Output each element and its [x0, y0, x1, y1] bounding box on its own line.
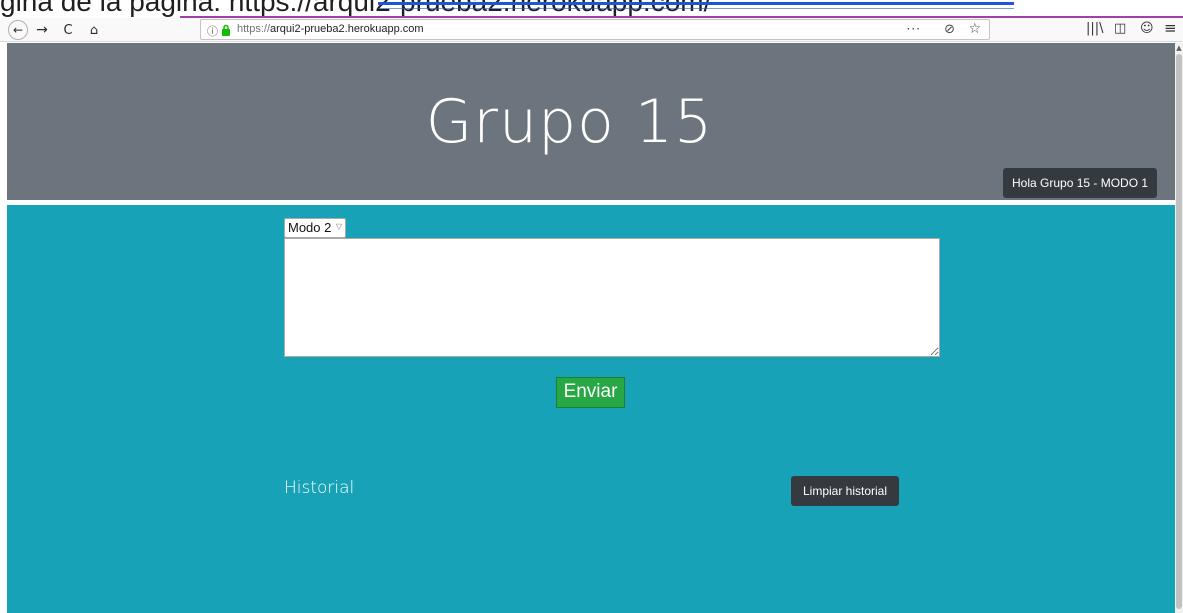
page-header: Grupo 15 Hola Grupo 15 - MODO 1: [7, 43, 1175, 200]
arrow-right-icon: →: [36, 22, 48, 38]
account-icon[interactable]: ☺: [1140, 21, 1154, 36]
main-section: Modo 2 ▽ Enviar Historial Limpiar histor…: [7, 205, 1175, 613]
reload-icon: C: [63, 22, 73, 38]
mode-select[interactable]: Modo 2 ▽: [284, 218, 346, 238]
url-text[interactable]: https://arqui2-prueba2.herokuapp.com: [237, 23, 424, 35]
sidebar-icon[interactable]: ◫: [1114, 21, 1126, 36]
document-link-underline: [378, 2, 1014, 5]
scrollbar-thumb[interactable]: [1176, 54, 1182, 609]
url-host: arqui2-prueba2.herokuapp.com: [270, 23, 424, 35]
url-bar[interactable]: ⓘ https://arqui2-prueba2.herokuapp.com ·…: [200, 19, 990, 40]
scroll-up-icon[interactable]: ▲: [1175, 43, 1183, 53]
home-button[interactable]: ⌂: [84, 20, 104, 40]
message-textarea[interactable]: [284, 238, 940, 357]
lock-icon: [222, 24, 230, 36]
arrow-left-icon: ←: [12, 23, 24, 37]
home-icon: ⌂: [89, 22, 99, 38]
url-scheme: https://: [237, 23, 271, 35]
info-icon[interactable]: ⓘ: [207, 23, 218, 39]
hamburger-menu-icon[interactable]: ≡: [1164, 19, 1177, 37]
more-icon[interactable]: ···: [907, 22, 921, 36]
clear-history-button[interactable]: Limpiar historial: [791, 476, 899, 506]
document-link-underline-secondary: [378, 8, 1014, 9]
mode-select-value: Modo 2: [288, 220, 332, 235]
browser-toolbar: ← → C ⌂ ⓘ https://arqui2-prueba2.herokua…: [0, 18, 1183, 42]
library-icon[interactable]: |||\: [1086, 21, 1104, 36]
history-title: Historial: [284, 478, 355, 498]
page-viewport: Grupo 15 Hola Grupo 15 - MODO 1 Modo 2 ▽…: [7, 43, 1175, 613]
pocket-icon[interactable]: ⊘: [944, 22, 955, 37]
document-fragment: gina de la página: https://arqui2-prueba…: [0, 0, 1183, 18]
back-button[interactable]: ←: [8, 20, 28, 40]
mode-badge: Hola Grupo 15 - MODO 1: [1003, 168, 1158, 198]
chevron-down-icon: ▽: [335, 222, 342, 231]
page-title: Grupo 15: [425, 87, 714, 157]
star-icon[interactable]: ☆: [968, 21, 981, 37]
forward-button[interactable]: →: [32, 20, 52, 40]
send-button[interactable]: Enviar: [556, 377, 625, 408]
reload-button[interactable]: C: [58, 20, 78, 40]
